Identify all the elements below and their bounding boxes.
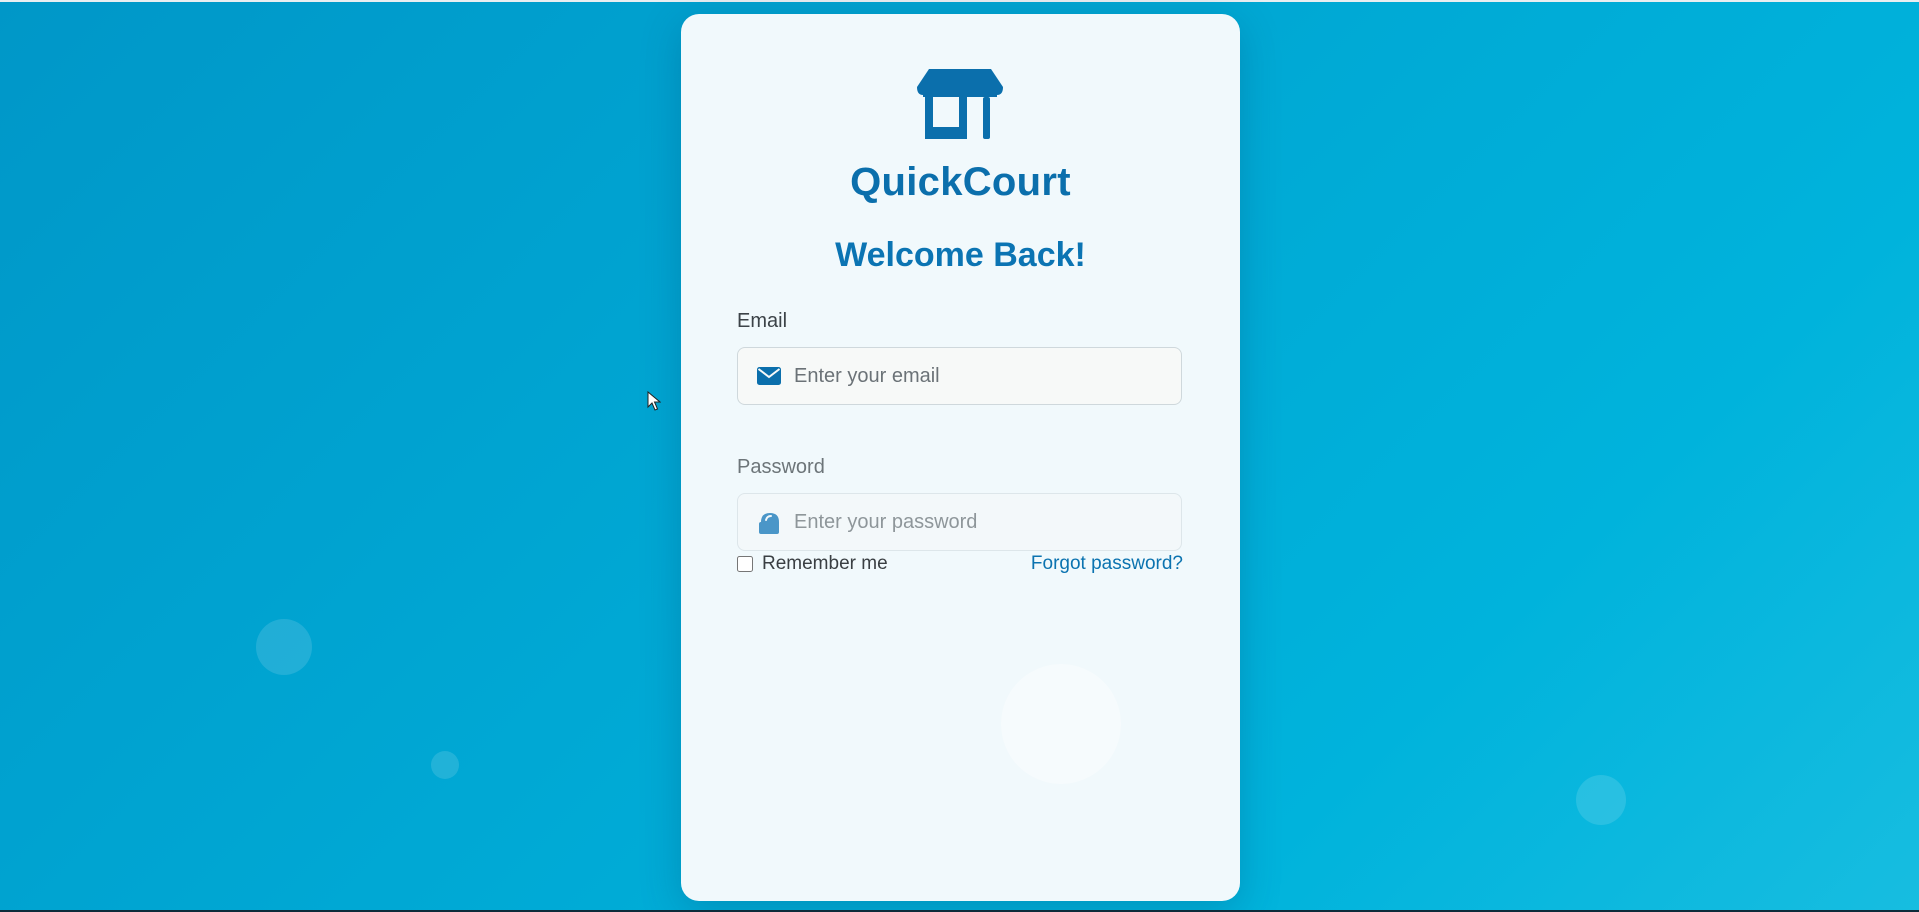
mouse-cursor-icon bbox=[647, 391, 661, 411]
remember-me-label: Remember me bbox=[762, 553, 888, 574]
envelope-icon bbox=[757, 367, 781, 385]
remember-me-checkbox[interactable] bbox=[737, 556, 753, 572]
login-heading: Welcome Back! bbox=[835, 236, 1086, 274]
password-input[interactable] bbox=[794, 494, 1164, 550]
email-label: Email bbox=[737, 310, 788, 332]
store-icon bbox=[917, 69, 1003, 139]
email-input[interactable] bbox=[794, 348, 1164, 404]
background-bubble bbox=[256, 619, 312, 675]
lock-icon bbox=[759, 513, 779, 534]
background-bubble bbox=[1576, 775, 1626, 825]
remember-me-option[interactable]: Remember me bbox=[737, 553, 888, 575]
forgot-password-link[interactable]: Forgot password? bbox=[1031, 553, 1183, 575]
brand-name: QuickCourt bbox=[850, 160, 1071, 204]
window-top-edge bbox=[0, 0, 1919, 2]
password-label: Password bbox=[737, 456, 825, 478]
background-bubble bbox=[431, 751, 459, 779]
email-field-container[interactable] bbox=[737, 347, 1182, 405]
password-field-container[interactable] bbox=[737, 493, 1182, 551]
card-glow-decoration bbox=[1001, 664, 1121, 784]
login-card: QuickCourt Welcome Back! Email Password … bbox=[681, 14, 1240, 901]
